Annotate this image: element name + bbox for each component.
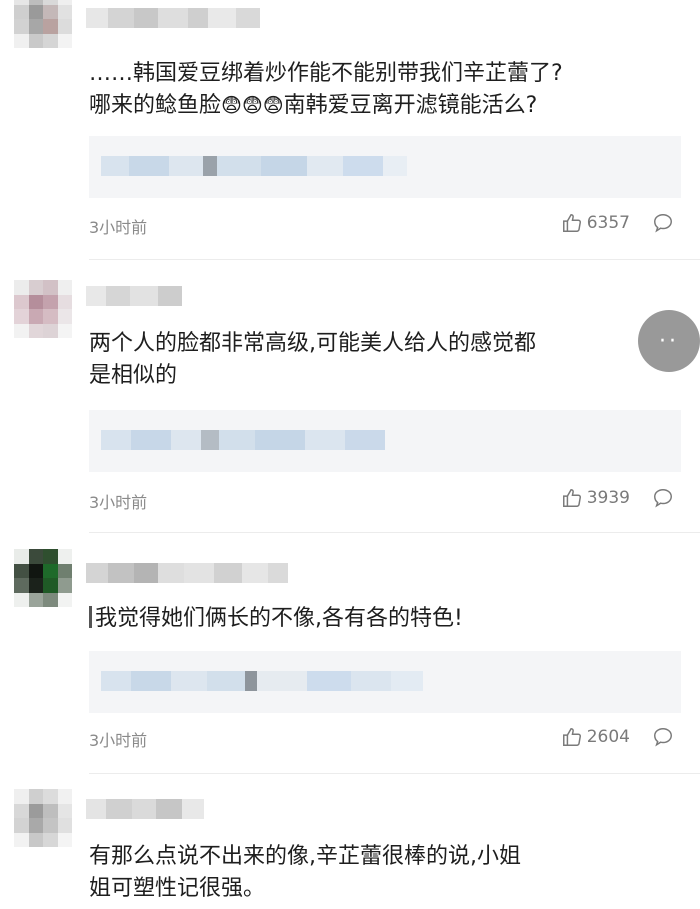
quoted-reply-box[interactable] <box>89 651 681 713</box>
avatar[interactable] <box>14 0 72 48</box>
comment-text: 我觉得她们俩长的不像,各有各的特色! <box>89 603 679 635</box>
quoted-reply-pixelated <box>101 156 407 176</box>
quoted-reply-box[interactable] <box>89 410 681 472</box>
reply-button[interactable] <box>652 726 674 748</box>
timestamp: 3小时前 <box>89 493 148 512</box>
more-dots-icon: ·· <box>659 328 679 354</box>
like-count: 3939 <box>586 488 630 508</box>
comment-text-line: ……韩国爱豆绑着炒作能不能别带我们辛芷蕾了? <box>89 61 563 86</box>
comment-bubble-icon <box>652 487 674 509</box>
comment-text-segment: 南韩爱豆离开滤镜能活么? <box>283 93 538 118</box>
username-pixelated[interactable] <box>86 8 260 28</box>
avatar[interactable] <box>14 280 72 338</box>
comment-item: 我觉得她们俩长的不像,各有各的特色! 3小时前 2604 <box>0 533 700 774</box>
comment-item: 两个人的脸都非常高级,可能美人给人的感觉都 是相似的 3小时前 3939 <box>0 260 700 533</box>
like-button[interactable]: 3939 <box>561 487 630 509</box>
like-button[interactable]: 2604 <box>561 726 630 748</box>
comment-text: ……韩国爱豆绑着炒作能不能别带我们辛芷蕾了? 哪来的鲶鱼脸😨😨😨南韩爱豆离开滤镜… <box>89 58 679 122</box>
like-button[interactable]: 6357 <box>561 212 630 234</box>
comment-text: 两个人的脸都非常高级,可能美人给人的感觉都 是相似的 <box>89 328 649 392</box>
comment-item: ……韩国爱豆绑着炒作能不能别带我们辛芷蕾了? 哪来的鲶鱼脸😨😨😨南韩爱豆离开滤镜… <box>0 0 700 260</box>
thumbs-up-icon <box>561 487 583 509</box>
comment-item: 有那么点说不出来的像,辛芷蕾很棒的说,小姐 姐可塑性记很强。 <box>0 775 700 909</box>
thumbs-up-icon <box>561 726 583 748</box>
text-cursor <box>89 606 92 628</box>
reply-button[interactable] <box>652 487 674 509</box>
quoted-reply-box[interactable] <box>89 136 681 198</box>
fearful-face-emoji-icon: 😨😨😨 <box>221 93 284 117</box>
avatar[interactable] <box>14 549 72 607</box>
more-options-button[interactable]: ·· <box>638 310 700 372</box>
reply-button[interactable] <box>652 212 674 234</box>
comment-text-segment: 我觉得她们俩长的不像,各有各的特色! <box>95 606 463 631</box>
comment-text-line: 姐可塑性记很强。 <box>89 876 266 901</box>
comment-bubble-icon <box>652 212 674 234</box>
comment-text-line: 两个人的脸都非常高级,可能美人给人的感觉都 <box>89 331 536 356</box>
avatar[interactable] <box>14 789 72 847</box>
username-pixelated[interactable] <box>86 563 288 583</box>
thumbs-up-icon <box>561 212 583 234</box>
comment-text-line: 有那么点说不出来的像,辛芷蕾很棒的说,小姐 <box>89 844 521 869</box>
quoted-reply-pixelated <box>101 671 423 691</box>
comment-text-segment: 哪来的鲶鱼脸 <box>89 93 222 118</box>
comment-text-line: 哪来的鲶鱼脸😨😨😨南韩爱豆离开滤镜能活么? <box>89 90 679 122</box>
username-pixelated[interactable] <box>86 799 204 819</box>
timestamp: 3小时前 <box>89 731 148 750</box>
comment-text-line: 是相似的 <box>89 363 178 388</box>
username-pixelated[interactable] <box>86 286 182 306</box>
comment-text-line: 我觉得她们俩长的不像,各有各的特色! <box>89 603 679 635</box>
like-count: 2604 <box>586 727 630 747</box>
like-count: 6357 <box>586 213 630 233</box>
comment-bubble-icon <box>652 726 674 748</box>
comment-text: 有那么点说不出来的像,辛芷蕾很棒的说,小姐 姐可塑性记很强。 <box>89 841 689 905</box>
timestamp: 3小时前 <box>89 218 148 237</box>
quoted-reply-pixelated <box>101 430 385 450</box>
divider <box>89 773 700 774</box>
